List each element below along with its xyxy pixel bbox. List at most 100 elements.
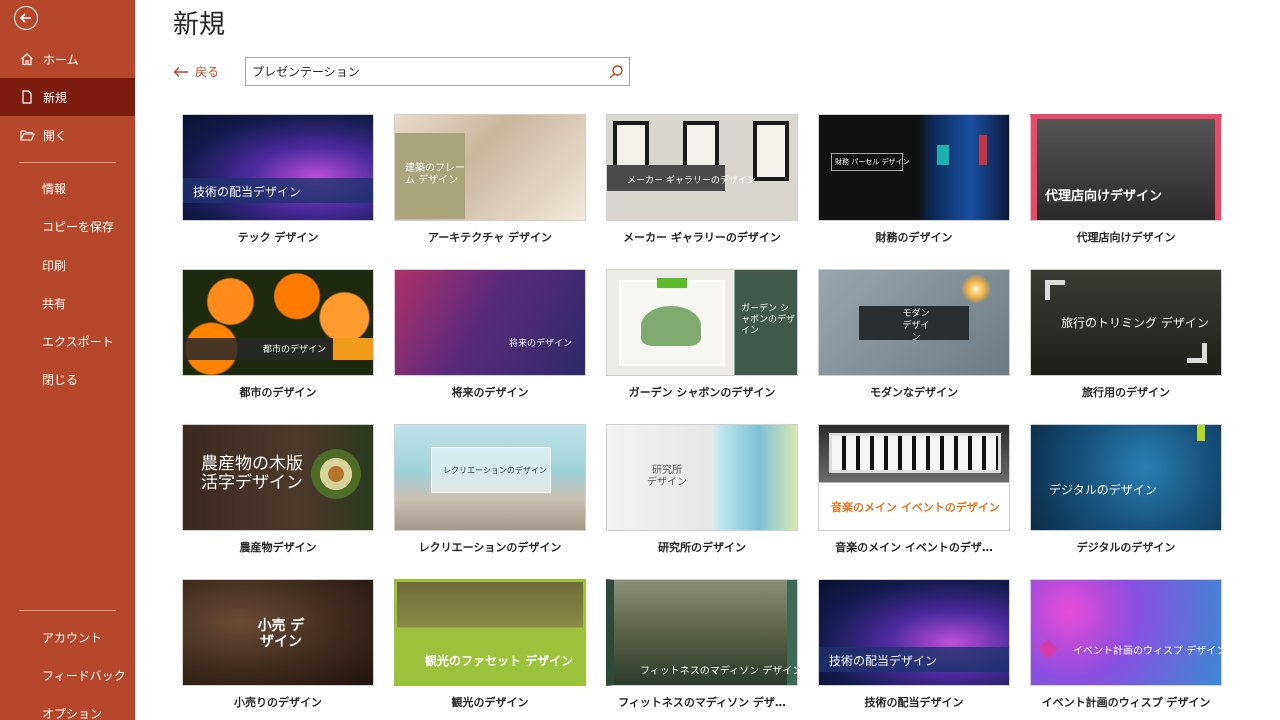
template-caption: 都市のデザイン — [239, 386, 317, 399]
template-thumbnail: 将来のデザイン — [394, 269, 586, 376]
sidebar-item-label: 開く — [43, 128, 68, 143]
accent-diamond — [1038, 639, 1058, 659]
back-arrow-button[interactable] — [14, 6, 38, 30]
thumbnail-title: 音楽のメイン イベントのデザイン — [831, 501, 1000, 514]
template-caption: 代理店向けデザイン — [1076, 231, 1176, 244]
template-caption: イベント計画のウィスプ デザイン — [1041, 696, 1211, 709]
template-tile[interactable]: 代理店向けデザイン 代理店向けデザイン — [1030, 114, 1222, 269]
sidebar-item-label: オプション — [42, 706, 103, 720]
template-grid: 技術の配当デザイン テック デザイン 建築のフレーム デザイン アーキテクチャ … — [182, 114, 1222, 720]
template-tile[interactable]: 技術の配当デザイン 技術の配当デザイン — [818, 579, 1010, 720]
home-icon — [19, 51, 35, 67]
thumbnail-title: 技術の配当デザイン — [829, 654, 938, 668]
thumbnail-title: 小売 デザイン — [257, 618, 305, 650]
template-tile[interactable]: 音楽のメイン イベントのデザイン 音楽のメイン イベントのデザ… — [818, 424, 1010, 579]
accent-bar — [1197, 425, 1205, 441]
accent-bar — [1215, 119, 1221, 220]
template-tile[interactable]: 都市のデザイン 都市のデザイン — [182, 269, 374, 424]
template-caption: 農産物デザイン — [239, 541, 317, 554]
bulb-decoration — [961, 274, 991, 304]
thumbnail-title: デジタルのデザイン — [1049, 483, 1157, 497]
accent-bar — [1031, 119, 1037, 220]
sidebar-item-label: 閉じる — [42, 372, 79, 387]
thumbnail-title: モダン デザイン — [902, 309, 930, 343]
template-thumbnail: イベント計画のウィスプ デザイン — [1030, 579, 1222, 686]
sidebar-item-label: 情報 — [42, 181, 67, 196]
template-thumbnail: 小売 デザイン — [182, 579, 374, 686]
sidebar: ホーム 新規 開く 情報 コピーを保存 印刷 共有 エクスポート 閉じる アカウ… — [0, 0, 135, 720]
template-tile[interactable]: 将来のデザイン 将来のデザイン — [394, 269, 586, 424]
sidebar-item-label: 共有 — [42, 296, 67, 311]
template-tile[interactable]: 小売 デザイン 小売りのデザイン — [182, 579, 374, 720]
template-thumbnail: デジタルのデザイン — [1030, 424, 1222, 531]
sidebar-item-new[interactable]: 新規 — [0, 78, 135, 116]
template-tile[interactable]: 建築のフレーム デザイン アーキテクチャ デザイン — [394, 114, 586, 269]
piano-decoration — [829, 433, 1001, 473]
thumbnail-title: 研究所 デザイン — [647, 465, 687, 488]
template-tile[interactable]: フィットネスのマディソン デザイン フィットネスのマディソン デザ… — [606, 579, 798, 720]
thumbnail-title: レクリエーションのデザイン — [443, 466, 547, 475]
template-tile[interactable]: 旅行のトリミング デザイン 旅行用のデザイン — [1030, 269, 1222, 424]
thumbnail-title: 旅行のトリミング デザイン — [1061, 316, 1209, 330]
sidebar-item-account[interactable]: アカウント — [0, 618, 135, 656]
thumbnail-title: メーカー ギャラリーのデザイン — [627, 176, 756, 186]
template-caption: フィットネスのマディソン デザ… — [618, 696, 786, 709]
template-tile[interactable]: ガーデン シャボンのデザイン ガーデン シャボンのデザイン — [606, 269, 798, 424]
sidebar-item-label: コピーを保存 — [42, 219, 115, 234]
light-decoration — [937, 145, 949, 165]
sidebar-item-feedback[interactable]: フィードバック — [0, 656, 135, 694]
template-tile[interactable]: デジタルのデザイン デジタルのデザイン — [1030, 424, 1222, 579]
folder-open-icon — [19, 127, 35, 143]
back-link[interactable]: 戻る — [173, 63, 219, 80]
light-decoration — [979, 135, 987, 165]
template-caption: デジタルのデザイン — [1076, 541, 1176, 554]
sidebar-item-share[interactable]: 共有 — [0, 284, 135, 322]
sidebar-item-label: アカウント — [42, 630, 103, 645]
template-caption: レクリエーションのデザイン — [418, 541, 562, 554]
template-thumbnail: 技術の配当デザイン — [182, 114, 374, 221]
template-tile[interactable]: イベント計画のウィスプ デザイン イベント計画のウィスプ デザイン — [1030, 579, 1222, 720]
sidebar-item-info[interactable]: 情報 — [0, 169, 135, 207]
template-tile[interactable]: メーカー ギャラリーのデザイン メーカー ギャラリーのデザイン — [606, 114, 798, 269]
thumbnail-title: 代理店向けデザイン — [1045, 189, 1163, 204]
sidebar-item-close[interactable]: 閉じる — [0, 360, 135, 398]
corner-decoration — [1187, 343, 1207, 363]
template-tile[interactable]: レクリエーションのデザイン レクリエーションのデザイン — [394, 424, 586, 579]
sidebar-item-save-copy[interactable]: コピーを保存 — [0, 207, 135, 245]
thumbnail-title: イベント計画のウィスプ デザイン — [1073, 646, 1222, 657]
template-caption: 研究所のデザイン — [658, 541, 746, 554]
sidebar-item-label: エクスポート — [42, 334, 114, 349]
sidebar-item-open[interactable]: 開く — [0, 116, 135, 154]
template-caption: テック デザイン — [237, 231, 319, 244]
template-caption: 音楽のメイン イベントのデザ… — [835, 541, 993, 554]
plant-decoration — [641, 306, 701, 346]
search-icon[interactable] — [603, 59, 629, 85]
backstage-root: ホーム 新規 開く 情報 コピーを保存 印刷 共有 エクスポート 閉じる アカウ… — [0, 0, 1280, 720]
template-thumbnail: 技術の配当デザイン — [818, 579, 1010, 686]
template-caption: 小売りのデザイン — [234, 696, 322, 709]
thumbnail-title: 建築のフレーム デザイン — [405, 163, 465, 186]
accent-bar — [657, 278, 687, 288]
template-tile[interactable]: 農産物の木版 活字デザイン 農産物デザイン — [182, 424, 374, 579]
sidebar-item-print[interactable]: 印刷 — [0, 246, 135, 284]
thumbnail-title: 財務 パーセル デザイン — [835, 158, 910, 166]
template-tile[interactable]: 観光のファセット デザイン 観光のデザイン — [394, 579, 586, 720]
template-caption: モダンなデザイン — [870, 386, 958, 399]
search-input[interactable] — [246, 58, 603, 85]
template-caption: ガーデン シャボンのデザイン — [628, 386, 776, 399]
template-tile[interactable]: 財務 パーセル デザイン 財務のデザイン — [818, 114, 1010, 269]
template-tile[interactable]: モダン デザイン モダンなデザイン — [818, 269, 1010, 424]
thumbnail-title: 都市のデザイン — [263, 345, 327, 355]
sidebar-item-label: ホーム — [43, 52, 79, 67]
template-caption: 将来のデザイン — [451, 386, 529, 399]
sidebar-item-home[interactable]: ホーム — [0, 40, 135, 78]
template-tile[interactable]: 技術の配当デザイン テック デザイン — [182, 114, 374, 269]
template-thumbnail: 旅行のトリミング デザイン — [1030, 269, 1222, 376]
template-tile[interactable]: 研究所 デザイン 研究所のデザイン — [606, 424, 798, 579]
sidebar-item-export[interactable]: エクスポート — [0, 322, 135, 360]
sidebar-item-label: フィードバック — [42, 668, 126, 683]
sidebar-item-options[interactable]: オプション — [0, 694, 135, 720]
template-thumbnail: 都市のデザイン — [182, 269, 374, 376]
template-thumbnail: モダン デザイン — [818, 269, 1010, 376]
search-box — [245, 57, 630, 86]
